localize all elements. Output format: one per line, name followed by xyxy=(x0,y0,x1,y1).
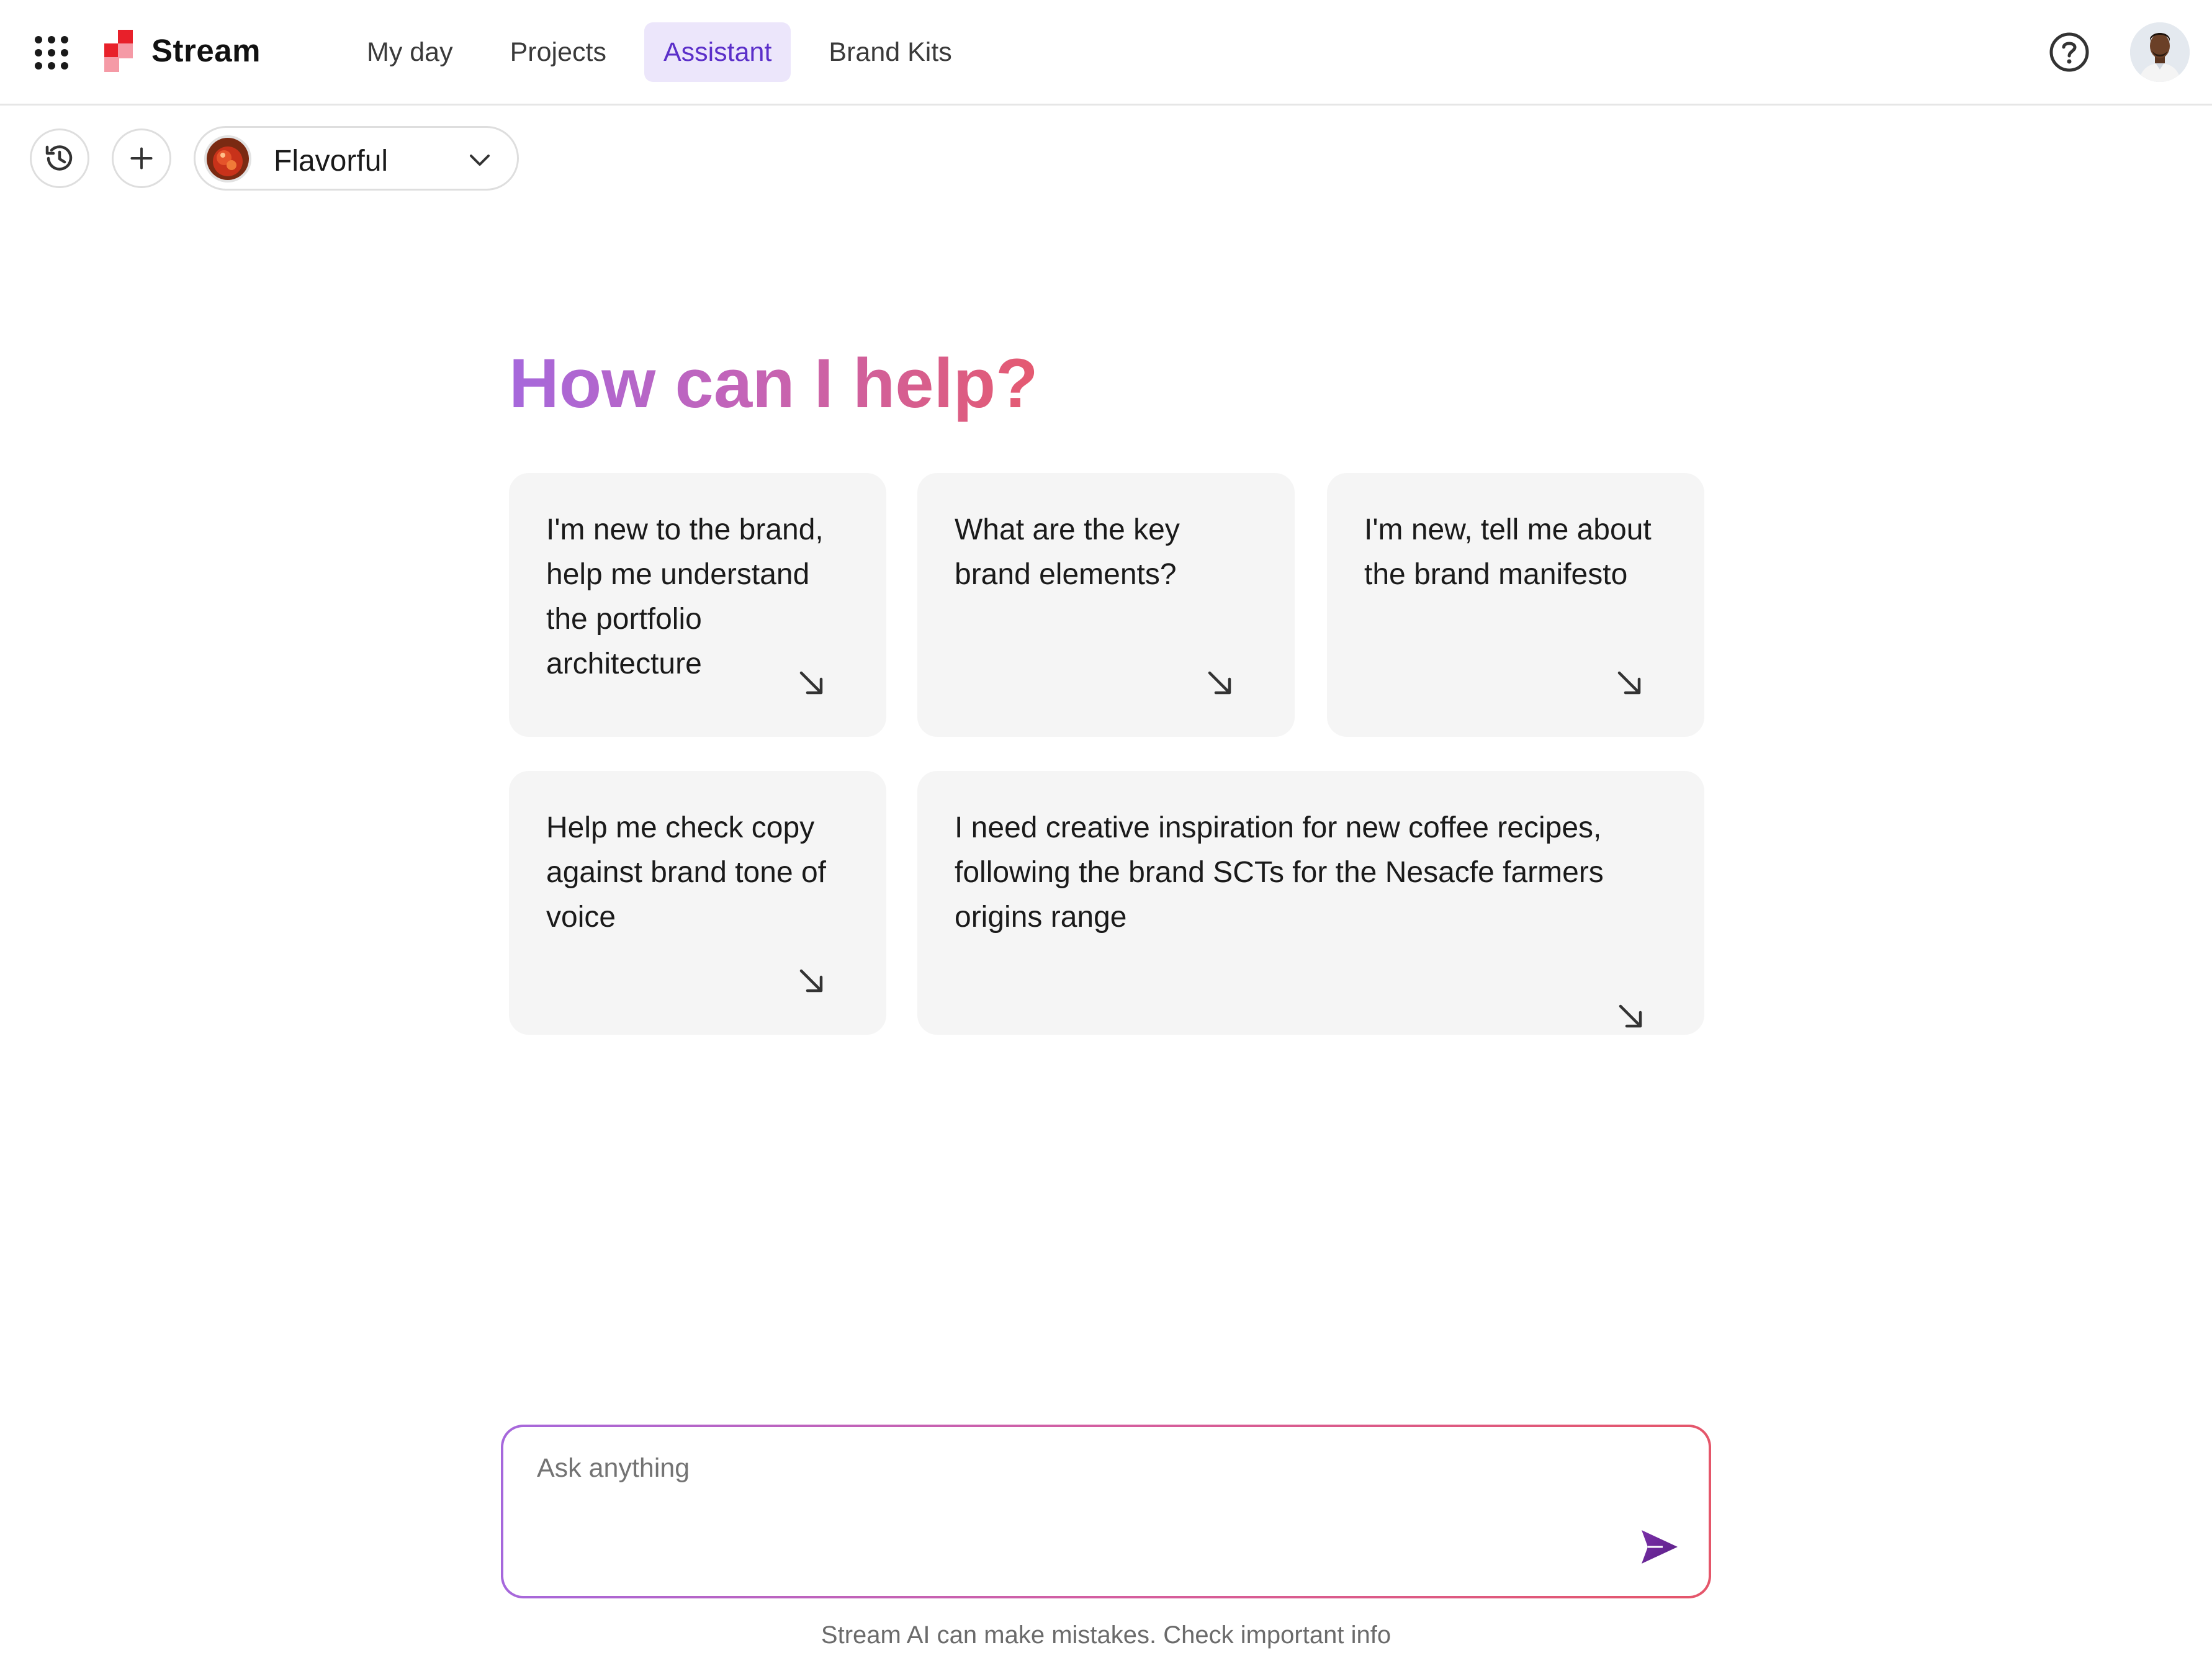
arrow-down-right-icon xyxy=(1208,671,1231,695)
nav-assistant[interactable]: Assistant xyxy=(644,22,791,82)
nav-my-day[interactable]: My day xyxy=(348,22,472,82)
disclaimer-text: Stream AI can make mistakes. Check impor… xyxy=(821,1621,1391,1649)
suggestion-text: What are the key brand elements? xyxy=(955,513,1180,591)
suggestion-card-key-brand-elements[interactable]: What are the key brand elements? xyxy=(917,473,1295,737)
arrow-down-right-icon xyxy=(799,671,823,695)
ask-input[interactable] xyxy=(537,1453,1592,1515)
chevron-down-icon xyxy=(470,155,490,166)
suggestion-card-brand-manifesto[interactable]: I'm new, tell me about the brand manifes… xyxy=(1327,473,1704,737)
plus-icon xyxy=(130,147,153,169)
nav-brand-kits[interactable]: Brand Kits xyxy=(809,22,971,82)
nav-projects[interactable]: Projects xyxy=(491,22,626,82)
suggestion-text: Help me check copy against brand tone of… xyxy=(546,811,827,934)
suggestion-text: I'm new, tell me about the brand manifes… xyxy=(1364,513,1652,591)
suggestion-card-tone-of-voice[interactable]: Help me check copy against brand tone of… xyxy=(509,771,886,1035)
arrow-down-right-icon xyxy=(1617,671,1641,695)
page-heading: How can I help? xyxy=(509,340,1038,427)
history-icon xyxy=(45,145,73,171)
app-name: Stream xyxy=(151,33,261,68)
composer xyxy=(501,1425,1711,1598)
suggestion-text: I'm new to the brand, help me understand… xyxy=(546,513,824,680)
suggestion-card-coffee-recipes[interactable]: I need creative inspiration for new coff… xyxy=(917,771,1704,1035)
suggestion-card-portfolio-architecture[interactable]: I'm new to the brand, help me understand… xyxy=(509,473,886,737)
history-button[interactable] xyxy=(30,128,89,188)
arrow-down-right-icon xyxy=(799,969,823,993)
main-nav: My day Projects Assistant Brand Kits xyxy=(348,22,971,82)
brand-kit-thumbnail xyxy=(204,135,251,182)
new-chat-button[interactable] xyxy=(112,128,171,188)
top-bar: Stream My day Projects Assistant Brand K… xyxy=(0,0,2212,106)
user-avatar[interactable] xyxy=(2130,22,2190,82)
arrow-down-right-icon xyxy=(1619,1004,1642,1028)
brand-kit-label: Flavorful xyxy=(274,145,389,178)
send-icon[interactable] xyxy=(1638,1525,1681,1569)
brand-kit-select[interactable]: Flavorful xyxy=(194,126,519,191)
composer-box xyxy=(503,1427,1709,1596)
apps-grid-icon[interactable] xyxy=(35,36,68,70)
help-circle-icon[interactable] xyxy=(2048,31,2090,73)
suggestion-text: I need creative inspiration for new coff… xyxy=(955,811,1604,934)
stream-logo-icon xyxy=(104,30,133,72)
